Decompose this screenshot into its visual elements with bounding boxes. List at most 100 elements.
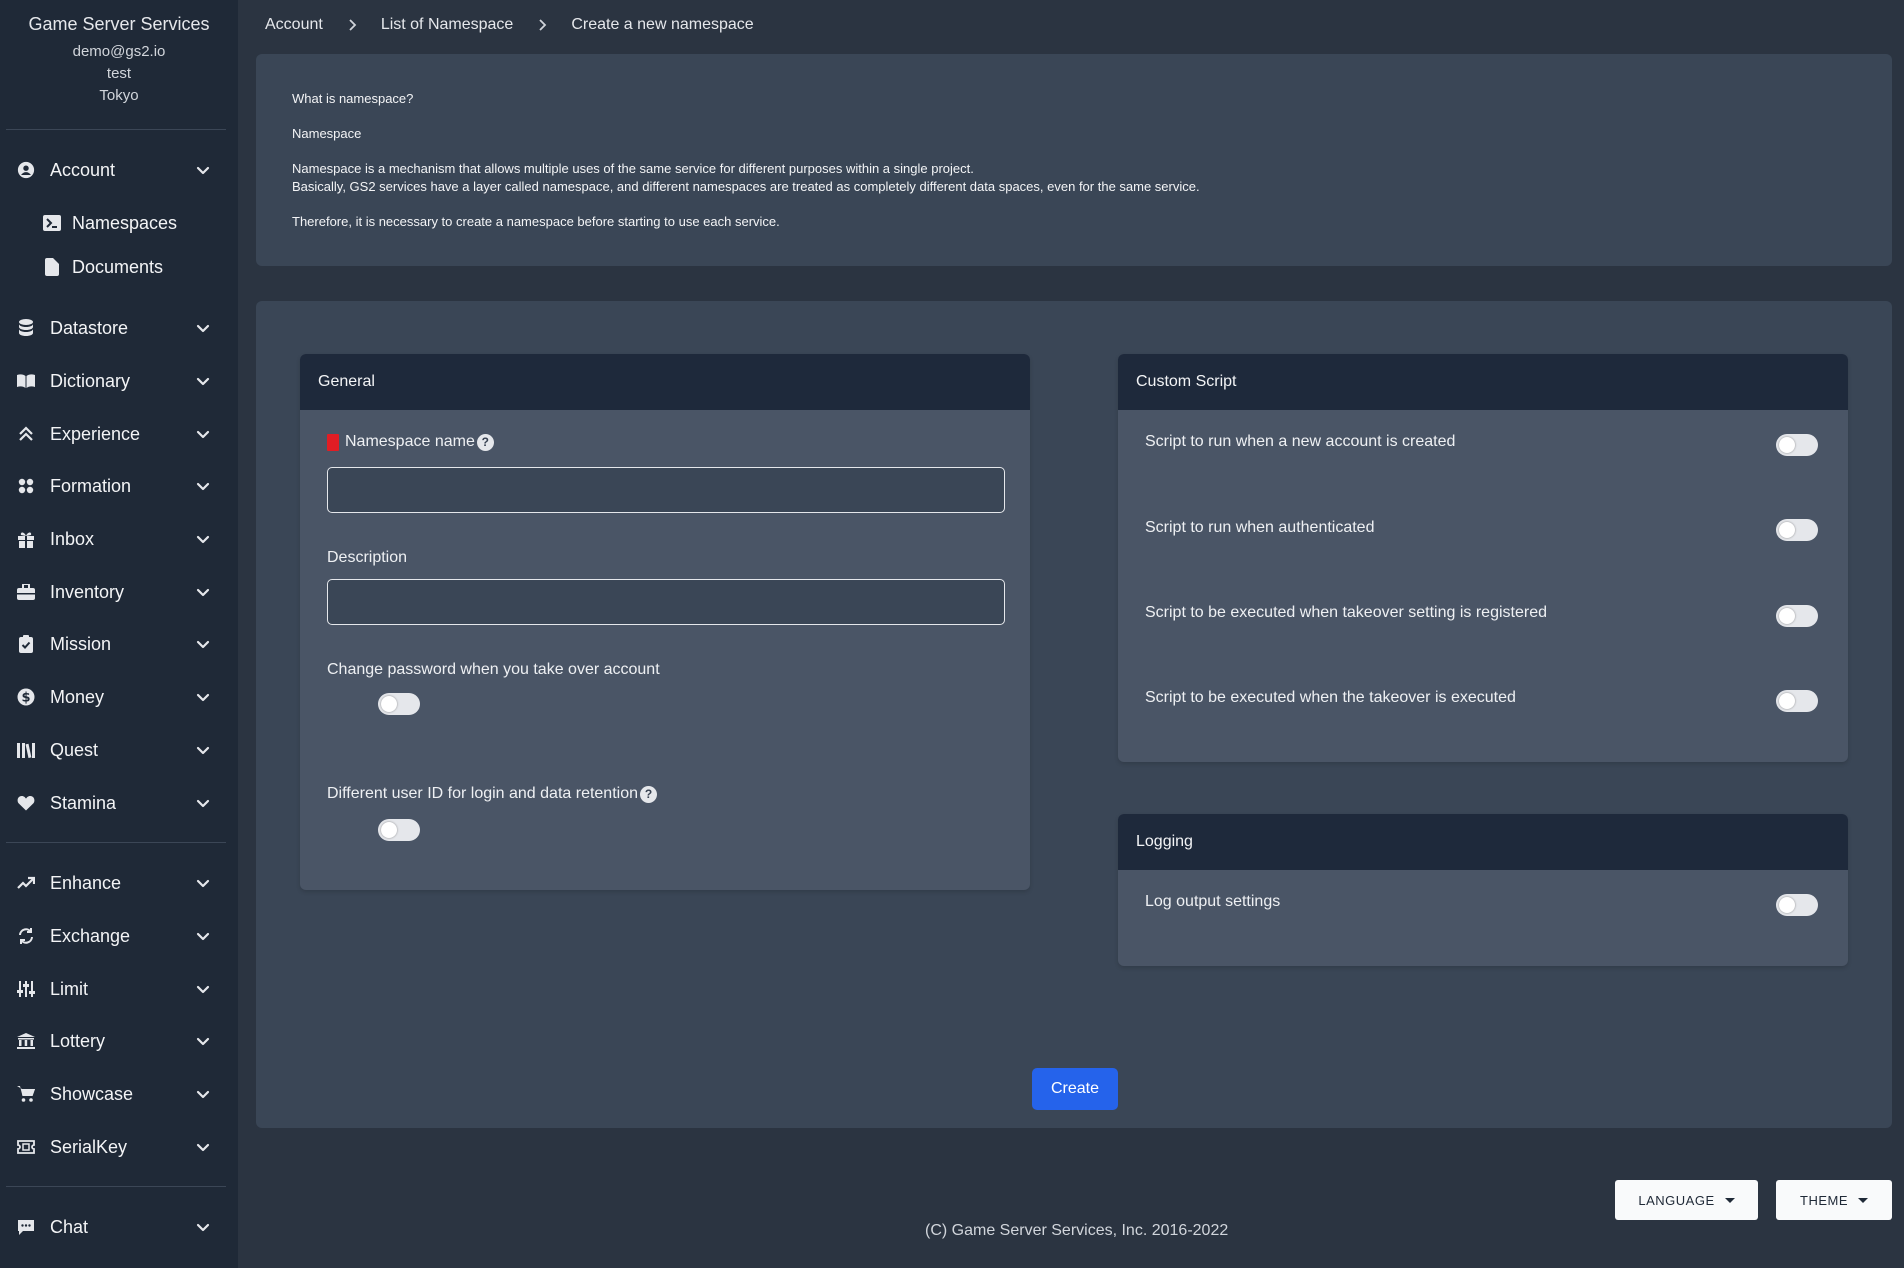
toggle-knob bbox=[1779, 693, 1795, 709]
different-user-id-label: Different user ID for login and data ret… bbox=[327, 785, 657, 803]
chevron-down-icon bbox=[196, 482, 210, 491]
sidebar-item-account[interactable]: Account bbox=[0, 148, 238, 192]
takeover-registered-script-label: Script to be executed when takeover sett… bbox=[1145, 604, 1547, 621]
info-text-line: Therefore, it is necessary to create a n… bbox=[292, 214, 780, 229]
chevron-down-icon bbox=[196, 1143, 210, 1152]
book-open-icon bbox=[16, 371, 36, 391]
toggle-knob bbox=[381, 822, 397, 838]
sidebar-item-datastore[interactable]: Datastore bbox=[0, 306, 238, 350]
theme-button[interactable]: THEME bbox=[1776, 1180, 1892, 1220]
sidebar-item-namespaces[interactable]: Namespaces bbox=[0, 203, 238, 243]
chevron-down-icon bbox=[196, 746, 210, 755]
chevron-down-icon bbox=[196, 985, 210, 994]
chevron-right-icon bbox=[539, 19, 547, 31]
sidebar-item-label: Experience bbox=[50, 423, 141, 444]
sidebar-item-experience[interactable]: Experience bbox=[0, 412, 238, 456]
library-icon bbox=[16, 740, 36, 760]
sidebar-item-formation[interactable]: Formation bbox=[0, 464, 238, 508]
sidebar-item-lottery[interactable]: Lottery bbox=[0, 1019, 238, 1063]
different-user-id-label-text: Different user ID for login and data ret… bbox=[327, 785, 638, 802]
sidebar-item-inventory[interactable]: Inventory bbox=[0, 570, 238, 614]
sidebar-item-label: Chat bbox=[50, 1216, 89, 1237]
sidebar-item-chat[interactable]: Chat bbox=[0, 1205, 238, 1249]
sidebar-item-mission[interactable]: Mission bbox=[0, 622, 238, 666]
chevron-down-icon bbox=[196, 166, 210, 175]
sidebar-item-showcase[interactable]: Showcase bbox=[0, 1072, 238, 1116]
create-button[interactable]: Create bbox=[1032, 1068, 1118, 1110]
sidebar-item-label: Quest bbox=[50, 739, 99, 760]
sidebar-item-limit[interactable]: Limit bbox=[0, 967, 238, 1011]
clipboard-check-icon bbox=[16, 634, 36, 654]
brand: Game Server Services demo@gs2.io test To… bbox=[0, 0, 238, 107]
log-output-toggle[interactable] bbox=[1776, 894, 1818, 916]
authenticated-script-label: Script to run when authenticated bbox=[1145, 519, 1375, 536]
takeover-registered-script-toggle[interactable] bbox=[1776, 605, 1818, 627]
sidebar-item-quest[interactable]: Quest bbox=[0, 728, 238, 772]
description-input[interactable] bbox=[327, 579, 1005, 625]
namespace-name-input[interactable] bbox=[327, 467, 1005, 513]
sidebar-item-label: Money bbox=[50, 686, 105, 707]
chevron-down-icon bbox=[196, 932, 210, 941]
log-output-label: Log output settings bbox=[1145, 893, 1281, 910]
different-user-id-toggle[interactable] bbox=[378, 819, 420, 841]
chevron-down-icon bbox=[196, 693, 210, 702]
authenticated-script-toggle[interactable] bbox=[1776, 519, 1818, 541]
sidebar-item-inbox[interactable]: Inbox bbox=[0, 517, 238, 561]
required-flag-icon bbox=[327, 433, 339, 451]
language-button-label: LANGUAGE bbox=[1638, 1192, 1715, 1208]
database-icon bbox=[16, 318, 36, 338]
toggle-knob bbox=[1779, 437, 1795, 453]
sidebar-item-stamina[interactable]: Stamina bbox=[0, 781, 238, 825]
sidebar-item-serialkey[interactable]: SerialKey bbox=[0, 1125, 238, 1169]
svg-text:$: $ bbox=[21, 691, 30, 706]
refresh-icon bbox=[16, 926, 36, 946]
new-account-script-toggle[interactable] bbox=[1776, 434, 1818, 456]
card-title: General bbox=[300, 354, 1030, 410]
toggle-knob bbox=[381, 696, 397, 712]
general-card: General Namespace name ? Description Cha… bbox=[300, 354, 1030, 890]
breadcrumb-namespace-list[interactable]: List of Namespace bbox=[381, 16, 514, 34]
grid-icon bbox=[16, 476, 36, 496]
toggle-knob bbox=[1779, 608, 1795, 624]
ticket-icon bbox=[16, 1137, 36, 1157]
sidebar-item-label: Documents bbox=[72, 256, 164, 277]
chevron-down-icon bbox=[196, 640, 210, 649]
language-button[interactable]: LANGUAGE bbox=[1615, 1180, 1758, 1220]
sidebar-item-label: Enhance bbox=[50, 872, 122, 893]
sidebar: Game Server Services demo@gs2.io test To… bbox=[0, 0, 238, 1268]
sidebar-divider bbox=[6, 842, 226, 843]
sidebar-divider bbox=[6, 129, 226, 130]
sidebar-item-label: Limit bbox=[50, 978, 89, 999]
user-circle-icon bbox=[16, 160, 36, 180]
sidebar-item-label: Stamina bbox=[50, 792, 117, 813]
sidebar-item-enhance[interactable]: Enhance bbox=[0, 861, 238, 905]
breadcrumb-account[interactable]: Account bbox=[265, 16, 323, 34]
help-icon[interactable]: ? bbox=[476, 433, 494, 451]
document-icon bbox=[42, 257, 62, 277]
change-password-toggle[interactable] bbox=[378, 693, 420, 715]
gift-icon bbox=[16, 529, 36, 549]
takeover-executed-script-toggle[interactable] bbox=[1776, 690, 1818, 712]
breadcrumb-current: Create a new namespace bbox=[571, 16, 754, 33]
sidebar-item-label: Showcase bbox=[50, 1083, 134, 1104]
card-title: Logging bbox=[1118, 814, 1848, 870]
chevron-down-icon bbox=[196, 324, 210, 333]
bank-icon bbox=[16, 1031, 36, 1051]
theme-button-label: THEME bbox=[1800, 1192, 1848, 1208]
sidebar-item-exchange[interactable]: Exchange bbox=[0, 914, 238, 958]
chevron-down-icon bbox=[196, 799, 210, 808]
chevron-down-icon bbox=[196, 1090, 210, 1099]
logging-card: Logging Log output settings bbox=[1118, 814, 1848, 966]
description-label: Description bbox=[327, 549, 408, 566]
sidebar-item-label: Dictionary bbox=[50, 370, 131, 391]
sidebar-item-money[interactable]: $ Money bbox=[0, 675, 238, 719]
help-icon[interactable]: ? bbox=[640, 785, 657, 803]
sidebar-item-dictionary[interactable]: Dictionary bbox=[0, 359, 238, 403]
create-namespace-form: General Namespace name ? Description Cha… bbox=[256, 301, 1892, 1128]
caret-down-icon bbox=[1858, 1197, 1868, 1203]
sliders-icon bbox=[16, 979, 36, 999]
sidebar-item-label: Mission bbox=[50, 633, 112, 654]
sidebar-item-documents[interactable]: Documents bbox=[0, 247, 238, 287]
terminal-icon bbox=[42, 213, 62, 233]
sidebar-item-label: Namespaces bbox=[72, 212, 178, 233]
